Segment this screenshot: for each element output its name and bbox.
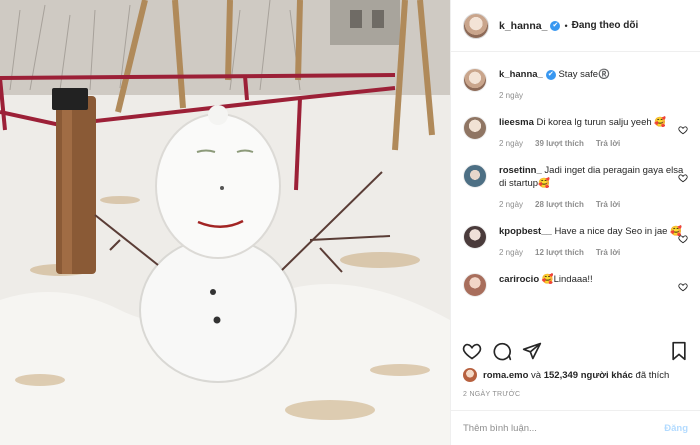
commenter-username[interactable]: rosetinn_	[499, 165, 542, 176]
liker-avatar[interactable]	[463, 368, 477, 382]
reply-button[interactable]: Trả lời	[596, 198, 620, 211]
post-header: k_hanna_ ✔ • Đang theo dõi	[451, 0, 700, 52]
caption-avatar[interactable]	[463, 68, 487, 92]
comment-text: Have a nice day Seo in jae 🥰	[554, 226, 682, 237]
comment-time[interactable]: 2 ngày	[499, 246, 523, 259]
commenter-avatar[interactable]	[463, 164, 487, 188]
commenter-avatar[interactable]	[463, 116, 487, 140]
comment-heart-icon[interactable]	[678, 125, 688, 135]
heart-icon[interactable]	[461, 340, 483, 362]
comment-item: kpopbest__ Have a nice day Seo in jae 🥰 …	[463, 225, 690, 259]
comment-item: carirocio 🥰Lindaaa!!	[463, 273, 690, 297]
first-liker[interactable]: roma.emo	[483, 370, 528, 381]
comment-likes[interactable]: 12 lượt thích	[535, 246, 584, 259]
reply-button[interactable]: Trả lời	[596, 246, 620, 259]
caption-username[interactable]: k_hanna_	[499, 69, 543, 80]
post-timestamp[interactable]: 2 NGÀY TRƯỚC	[463, 391, 520, 398]
verified-badge-icon: ✔	[550, 20, 561, 31]
likes-suffix: đã thích	[635, 369, 670, 381]
commenter-username[interactable]: kpopbest__	[499, 226, 552, 237]
commenter-avatar[interactable]	[463, 225, 487, 249]
likes-summary: roma.emo và 152,349 người khác đã thích	[463, 368, 669, 382]
add-comment-bar: Đăng	[451, 410, 700, 445]
caption-time[interactable]: 2 ngày	[499, 89, 523, 102]
post-comment-button[interactable]: Đăng	[664, 423, 688, 434]
comment-text: Di korea lg turun salju yeeh 🥰	[536, 117, 667, 128]
separator-dot: •	[564, 20, 568, 31]
comment-item: lieesma Di korea lg turun salju yeeh 🥰 2…	[463, 116, 690, 150]
comment-input[interactable]	[463, 422, 665, 434]
bookmark-icon[interactable]	[668, 340, 690, 362]
post-actions-bar	[451, 336, 700, 366]
post-photo[interactable]	[0, 0, 450, 445]
snowman-photo-art	[0, 0, 450, 445]
commenter-username[interactable]: carirocio	[499, 274, 539, 285]
comment-time[interactable]: 2 ngày	[499, 198, 523, 211]
comment-heart-icon[interactable]	[678, 173, 688, 183]
comment-icon[interactable]	[491, 340, 513, 362]
comment-likes[interactable]: 39 lượt thích	[535, 137, 584, 150]
commenter-avatar[interactable]	[463, 273, 487, 297]
reply-button[interactable]: Trả lời	[596, 137, 620, 150]
comment-time[interactable]: 2 ngày	[499, 137, 523, 150]
share-icon[interactable]	[521, 340, 543, 362]
caption-text: Stay safe®️	[558, 69, 610, 80]
commenter-username[interactable]: lieesma	[499, 117, 534, 128]
likes-count[interactable]: 152,349	[544, 370, 578, 381]
comment-heart-icon[interactable]	[678, 234, 688, 244]
comment-likes[interactable]: 28 lượt thích	[535, 198, 584, 211]
author-avatar[interactable]	[463, 12, 489, 39]
comment-item: rosetinn_ Jadi inget dia peragain gaya e…	[463, 164, 690, 211]
verified-badge-icon: ✔	[545, 70, 556, 80]
comments-list[interactable]: k_hanna_ ✔ Stay safe®️ 2 ngày lieesma Di …	[451, 52, 700, 330]
following-button[interactable]: Đang theo dõi	[572, 20, 639, 31]
caption: k_hanna_ ✔ Stay safe®️ 2 ngày	[463, 68, 690, 102]
likes-and-text: và	[531, 369, 542, 381]
author-username[interactable]: k_hanna_	[499, 20, 547, 32]
comment-heart-icon[interactable]	[678, 282, 688, 292]
comment-text: 🥰Lindaaa!!	[541, 274, 593, 285]
likes-others[interactable]: người khác	[581, 370, 633, 381]
post-side-panel: k_hanna_ ✔ • Đang theo dõi k_hanna_ ✔ Sta…	[450, 0, 700, 445]
